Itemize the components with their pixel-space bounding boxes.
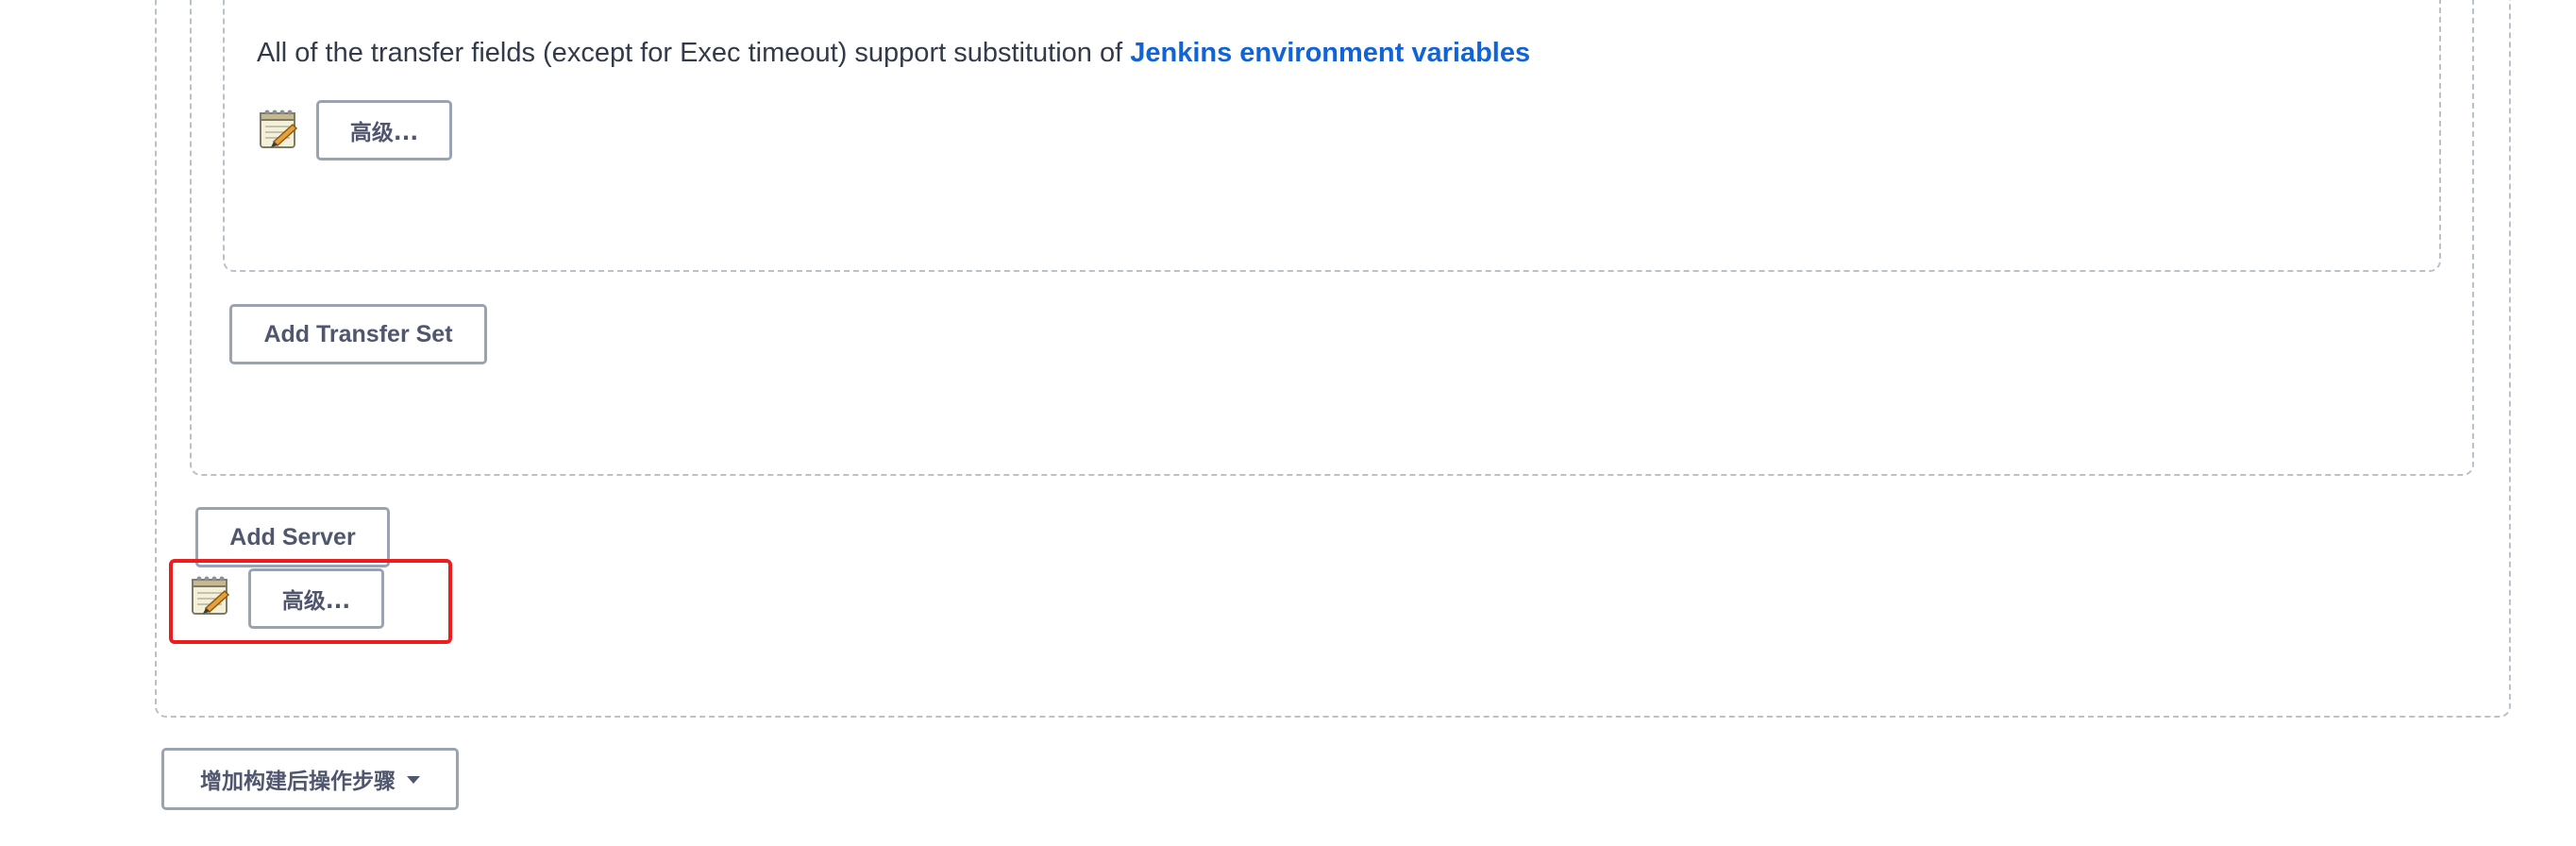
add-transfer-set-button[interactable]: Add Transfer Set [229,304,487,364]
notepad-icon[interactable] [257,108,300,151]
jenkins-env-vars-link[interactable]: Jenkins environment variables [1130,38,1530,68]
transfer-help-message: All of the transfer fields (except for E… [257,38,1131,68]
transfer-advanced-button[interactable]: 高级... [316,100,452,161]
caret-down-icon [407,776,420,784]
add-post-build-step-button[interactable]: 增加构建后操作步骤 [161,748,459,810]
transfer-help-text: All of the transfer fields (except for E… [257,34,1530,72]
notepad-icon[interactable] [189,574,232,618]
add-post-build-step-label: 增加构建后操作步骤 [200,770,396,794]
publisher-advanced-button[interactable]: 高级... [248,568,384,629]
